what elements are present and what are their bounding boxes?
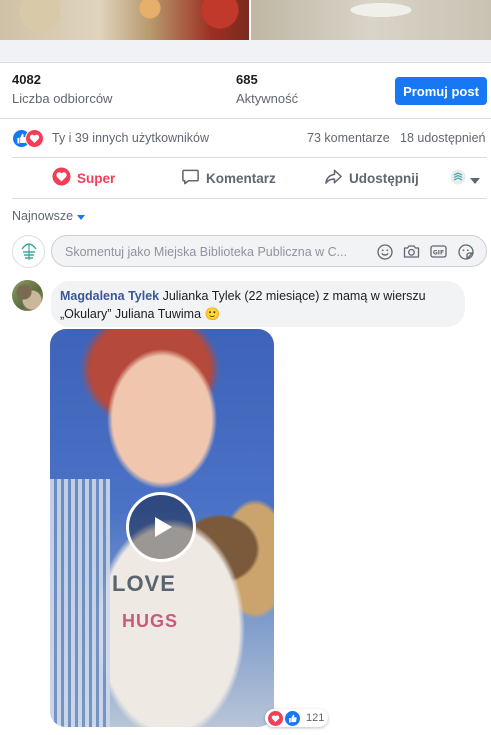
love-icon	[25, 129, 44, 148]
composer-tools: GIF	[376, 243, 474, 260]
svg-text:GIF: GIF	[433, 249, 444, 256]
reactions-text[interactable]: Ty i 39 innych użytkowników	[52, 131, 209, 145]
comment-video[interactable]: LOVE HUGS	[50, 329, 274, 727]
chevron-down-icon	[470, 171, 480, 189]
reach-value: 4082	[12, 72, 41, 87]
comment-button[interactable]: Komentarz	[181, 158, 276, 198]
photo-grid[interactable]	[0, 0, 491, 40]
reaction-icons[interactable]	[12, 129, 48, 148]
comment-reactions-badge[interactable]: 121	[265, 709, 329, 727]
sticker-icon[interactable]	[457, 243, 474, 260]
comment-reaction-count: 121	[306, 712, 325, 724]
comment-composer[interactable]: GIF	[51, 235, 487, 268]
play-button[interactable]	[126, 492, 196, 562]
page-avatar[interactable]	[12, 235, 45, 268]
page-avatar-icon	[450, 169, 466, 190]
love-icon	[52, 167, 71, 189]
post-insights: 4082 Liczba odbiorców 685 Aktywność Prom…	[0, 63, 491, 118]
comment-bubble: Magdalena Tylek Julianka Tylek (22 miesi…	[51, 281, 465, 327]
reach-stat[interactable]: 4082 Liczba odbiorców	[12, 72, 112, 106]
share-button[interactable]: Udostępnij	[324, 158, 419, 198]
commenter-avatar[interactable]	[12, 280, 43, 311]
super-label: Super	[77, 170, 116, 186]
comments-count[interactable]: 73 komentarze	[307, 131, 390, 145]
comment-author[interactable]: Magdalena Tylek	[60, 289, 159, 303]
emoji-icon[interactable]	[376, 243, 393, 260]
play-icon	[155, 517, 172, 537]
sort-label: Najnowsze	[12, 209, 74, 223]
like-icon	[284, 709, 301, 727]
shares-count[interactable]: 18 udostępnień	[400, 131, 486, 145]
share-icon	[324, 167, 343, 189]
divider	[12, 198, 487, 199]
reach-label: Liczba odbiorców	[12, 91, 113, 106]
comment-sort-dropdown[interactable]: Najnowsze	[12, 209, 86, 223]
video-shirt-text-2: HUGS	[122, 611, 179, 631]
reactions-summary: Ty i 39 innych użytkowników 73 komentarz…	[0, 119, 491, 157]
video-shirt-pattern	[50, 479, 110, 727]
engagement-stat[interactable]: 685 Aktywność	[236, 72, 298, 106]
post-actions: Super Komentarz Udostępnij	[0, 158, 491, 198]
promote-post-button[interactable]: Promuj post	[395, 77, 487, 105]
comment-text: Magdalena Tylek Julianka Tylek (22 miesi…	[60, 287, 460, 323]
comment-body-line1: Julianka Tylek (22 miesiące) z mamą w wi…	[159, 289, 426, 303]
comment-icon	[181, 167, 200, 189]
gif-icon[interactable]: GIF	[430, 243, 447, 260]
video-shirt-text-1: LOVE	[112, 571, 176, 596]
caret-down-icon	[77, 209, 86, 223]
love-icon	[267, 709, 284, 727]
post-photo-1[interactable]	[0, 0, 249, 40]
share-label: Udostępnij	[349, 170, 419, 186]
engagement-value: 685	[236, 72, 258, 87]
section-gap	[0, 40, 491, 62]
super-reaction-button[interactable]: Super	[52, 158, 115, 198]
comment-input[interactable]	[63, 236, 367, 268]
post-photo-2[interactable]	[251, 0, 491, 40]
camera-icon[interactable]	[403, 243, 420, 260]
comment-label: Komentarz	[206, 170, 276, 186]
comment-body-line2: „Okulary” Juliana Tuwima 🙂	[60, 307, 221, 321]
react-as-selector[interactable]	[450, 169, 480, 190]
library-logo-icon	[20, 242, 37, 260]
engagement-label: Aktywność	[236, 91, 299, 106]
